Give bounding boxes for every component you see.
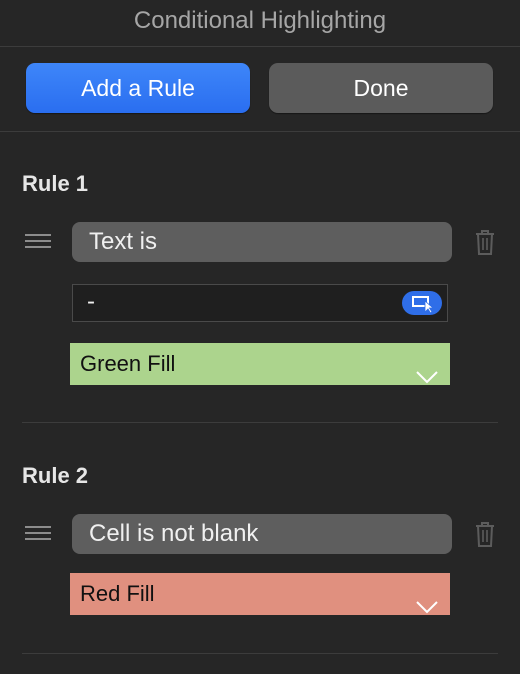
- conditional-highlighting-panel: Conditional Highlighting Add a Rule Done…: [0, 0, 520, 674]
- done-button[interactable]: Done: [269, 63, 493, 113]
- add-rule-button[interactable]: Add a Rule: [26, 63, 250, 113]
- chevron-down-icon: [416, 586, 438, 614]
- rule-2-heading: Rule 2: [22, 463, 89, 488]
- rule-divider: [22, 653, 498, 654]
- rule-2-style-label: Red Fill: [80, 581, 155, 606]
- trash-icon[interactable]: [473, 520, 497, 548]
- rule-1-heading: Rule 1: [22, 171, 89, 196]
- rule-2-style-select[interactable]: Red Fill: [70, 573, 450, 615]
- chevron-down-icon: [416, 356, 438, 384]
- trash-icon[interactable]: [473, 228, 497, 256]
- title-divider: [0, 46, 520, 47]
- panel-title: Conditional Highlighting: [133, 7, 387, 34]
- rule-2-condition-select[interactable]: Cell is not blank: [72, 514, 452, 554]
- rule-1-style-select[interactable]: Green Fill: [70, 343, 450, 385]
- rule-divider: [22, 422, 498, 423]
- rule-1-style-label: Green Fill: [80, 351, 176, 376]
- drag-handle-icon[interactable]: [25, 234, 51, 250]
- rule-1-value-field[interactable]: -: [72, 284, 448, 322]
- cell-reference-icon[interactable]: [402, 291, 442, 315]
- drag-handle-icon[interactable]: [25, 526, 51, 542]
- rule-1-condition-select[interactable]: Text is: [72, 222, 452, 262]
- toolbar-divider: [0, 131, 520, 132]
